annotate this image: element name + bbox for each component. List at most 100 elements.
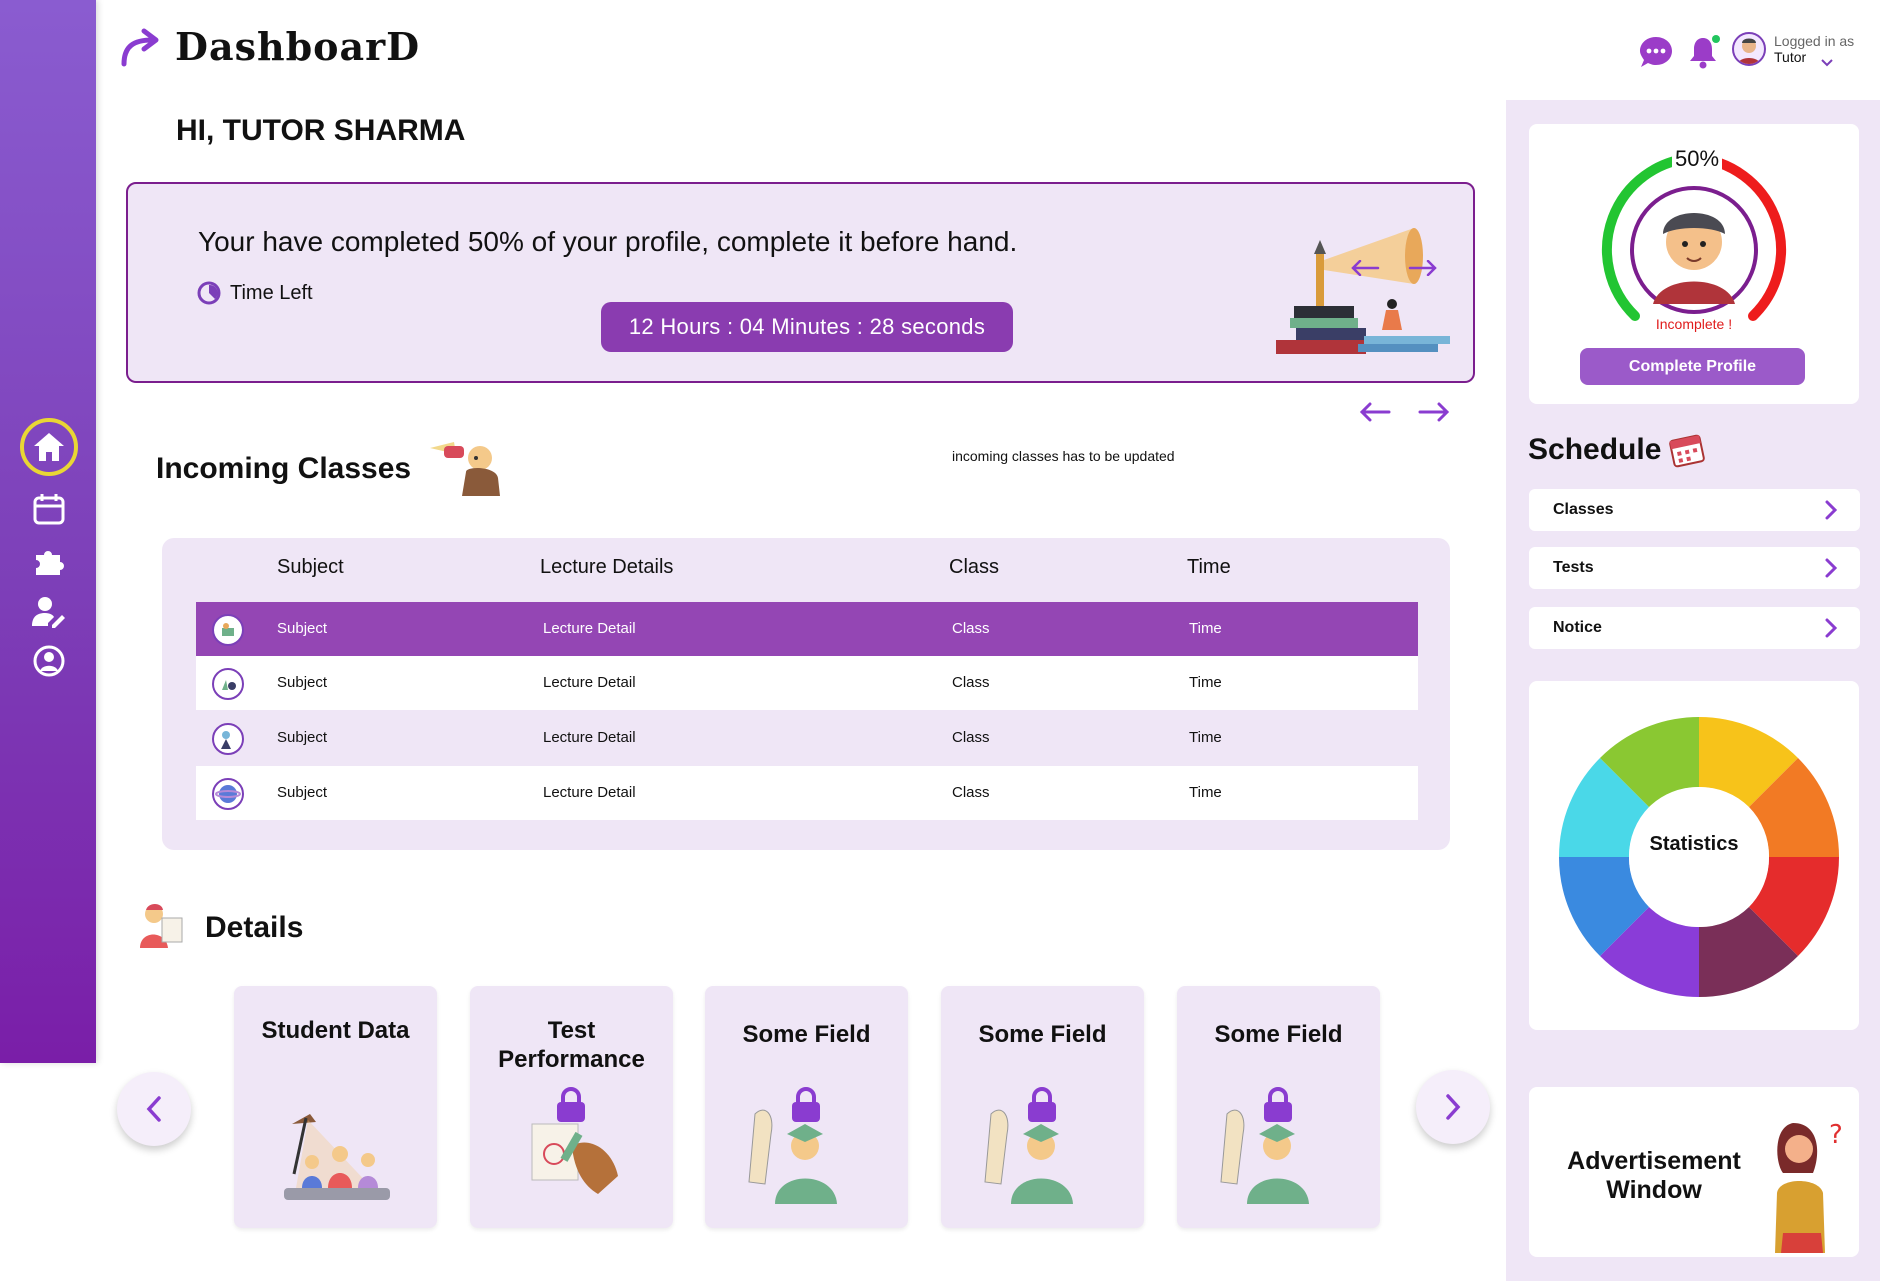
countdown-timer: 12 Hours : 04 Minutes : 28 seconds	[601, 302, 1013, 352]
cell-subject: Subject	[277, 620, 328, 637]
bell-icon[interactable]	[1686, 34, 1722, 70]
table-row[interactable]: Subject Lecture Detail Class Time	[196, 656, 1418, 710]
subject-avatar	[212, 723, 244, 755]
calendar-icon	[1669, 434, 1705, 468]
subject-avatar	[212, 668, 244, 700]
chevron-right-icon	[1825, 500, 1838, 520]
lock-icon	[1028, 1087, 1056, 1122]
details-title: Details	[205, 911, 304, 944]
prev-arrow-icon[interactable]	[1359, 402, 1391, 422]
card-title: Student Data	[261, 1017, 410, 1044]
sidebar-item-calendar[interactable]	[20, 484, 78, 534]
avatar	[1732, 32, 1766, 66]
details-card-some-field[interactable]: Some Field	[1177, 986, 1380, 1228]
profile-percent: 50%	[1672, 146, 1723, 172]
card-title: Some Field	[978, 1021, 1107, 1048]
column-header-class: Class	[949, 556, 1000, 578]
complete-profile-button[interactable]: Complete Profile	[1580, 348, 1805, 385]
cell-class: Class	[952, 784, 990, 801]
details-next-button[interactable]	[1416, 1070, 1490, 1144]
sidebar-item-profile[interactable]	[20, 636, 78, 686]
banner-message: Your have completed 50% of your profile,…	[198, 226, 1018, 257]
statistics-label: Statistics	[1649, 833, 1739, 855]
time-left: Time Left	[196, 280, 313, 306]
megaphone-books-illustration	[1276, 228, 1450, 354]
incoming-classes-title: Incoming Classes	[156, 452, 412, 485]
notification-dot	[1712, 35, 1720, 43]
details-card-some-field[interactable]: Some Field	[705, 986, 908, 1228]
incoming-classes-note: incoming classes has to be updated	[952, 448, 1175, 464]
incoming-classes-table: Subject Lecture Details Class Time Subje…	[162, 538, 1450, 850]
cell-time: Time	[1189, 784, 1222, 801]
sidebar-item-home[interactable]	[20, 418, 78, 476]
sidebar	[0, 0, 96, 1063]
cell-lecture: Lecture Detail	[543, 674, 636, 691]
time-left-label: Time Left	[230, 281, 313, 304]
table-row[interactable]: Subject Lecture Detail Class Time	[196, 766, 1418, 820]
lock-icon	[1264, 1087, 1292, 1122]
schedule-item-label: Classes	[1553, 501, 1614, 518]
details-prev-button[interactable]	[117, 1072, 191, 1146]
column-header-lecture: Lecture Details	[540, 556, 674, 578]
chevron-left-icon	[146, 1096, 161, 1122]
column-header-time: Time	[1187, 556, 1231, 578]
puzzle-icon	[36, 551, 64, 575]
details-card-test-performance[interactable]: Test Performance	[470, 986, 673, 1228]
table-row[interactable]: Subject Lecture Detail Class Time	[196, 711, 1418, 765]
brand-title: DashboarD	[175, 24, 421, 69]
details-card-some-field[interactable]: Some Field	[941, 986, 1144, 1228]
chevron-right-icon	[1825, 618, 1838, 638]
schedule-item-label: Tests	[1553, 559, 1594, 576]
thinking-woman-illustration: ?	[1775, 1120, 1843, 1253]
banner-next-arrow-icon[interactable]	[1408, 260, 1438, 276]
card-title: Test Performance	[498, 1017, 645, 1073]
next-arrow-icon[interactable]	[1418, 402, 1450, 422]
profile-icon	[33, 645, 65, 677]
banner-prev-arrow-icon[interactable]	[1350, 260, 1380, 276]
cell-lecture: Lecture Detail	[543, 729, 636, 746]
schedule-item-classes[interactable]: Classes	[1529, 489, 1860, 531]
sidebar-item-puzzle[interactable]	[20, 537, 78, 587]
subject-avatar	[212, 614, 244, 646]
calendar-icon	[33, 494, 65, 525]
schedule-item-notice[interactable]: Notice	[1529, 607, 1860, 649]
cell-subject: Subject	[277, 674, 328, 691]
ad-title-line2: Window	[1606, 1176, 1702, 1204]
sidebar-item-user-edit[interactable]	[20, 587, 78, 637]
greeting: HI, TUTOR SHARMA	[176, 114, 466, 147]
column-header-subject: Subject	[277, 556, 344, 578]
cell-lecture: Lecture Detail	[543, 784, 636, 801]
logged-in-label: Logged in as	[1774, 33, 1855, 49]
advertisement-window[interactable]: Advertisement Window ?	[1529, 1087, 1859, 1257]
students-study-illustration	[284, 1114, 390, 1200]
chat-icon[interactable]	[1638, 34, 1674, 70]
schedule-item-tests[interactable]: Tests	[1529, 547, 1860, 589]
chevron-right-icon	[1825, 558, 1838, 578]
cell-class: Class	[952, 674, 990, 691]
schedule-item-label: Notice	[1553, 619, 1602, 636]
card-title: Some Field	[1214, 1021, 1343, 1048]
svg-text:?: ?	[1829, 1120, 1843, 1150]
clock-icon	[197, 281, 221, 305]
ad-title-line1: Advertisement	[1567, 1147, 1741, 1175]
chevron-down-icon[interactable]	[1820, 58, 1834, 68]
cell-time: Time	[1189, 674, 1222, 691]
card-title: Some Field	[742, 1021, 871, 1048]
details-card-student-data[interactable]: Student Data	[234, 986, 437, 1228]
home-icon	[34, 433, 64, 461]
subject-avatar	[212, 778, 244, 810]
profile-reminder-banner: Your have completed 50% of your profile,…	[126, 182, 1475, 383]
table-row[interactable]: Subject Lecture Detail Class Time	[196, 602, 1418, 656]
back-arrow-icon[interactable]	[118, 28, 164, 68]
lock-icon	[557, 1087, 585, 1122]
user-role: Tutor	[1774, 49, 1807, 65]
cell-lecture: Lecture Detail	[543, 620, 636, 637]
profile-progress-ring	[1601, 153, 1787, 321]
user-menu[interactable]: Logged in as Tutor	[1732, 32, 1854, 66]
lock-icon	[792, 1087, 820, 1122]
chevron-right-icon	[1446, 1094, 1461, 1120]
cell-time: Time	[1189, 729, 1222, 746]
teacher-paper-illustration	[140, 904, 183, 948]
cell-class: Class	[952, 620, 990, 637]
statistics-card[interactable]: Statistics	[1529, 681, 1859, 1030]
